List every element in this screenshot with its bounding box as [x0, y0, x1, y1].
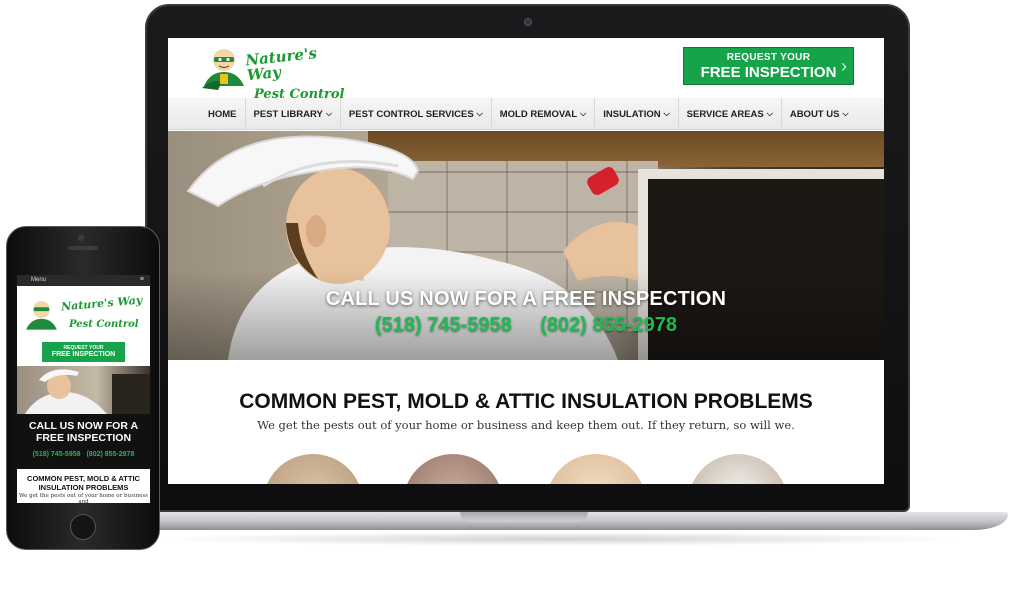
nav-item-service-areas[interactable]: SERVICE AREAS ⌵ — [679, 98, 782, 130]
request-inspection-button[interactable]: REQUEST YOUR FREE INSPECTION › — [683, 47, 854, 85]
problem-thumbnails — [263, 454, 823, 484]
chevron-down-icon: ⌵ — [580, 109, 587, 118]
mascot-logo-icon — [26, 301, 57, 330]
phone-camera-icon — [78, 235, 84, 241]
laptop-shadow — [150, 532, 970, 546]
section-subheading: We get the pests out of your home or bus… — [257, 418, 795, 432]
nav-item-about-us[interactable]: ABOUT US ⌵ — [782, 98, 857, 130]
chevron-down-icon: ⌵ — [842, 109, 849, 118]
chevron-down-icon: ⌵ — [663, 109, 670, 118]
hero-headline: CALL US NOW FOR A FREE INSPECTION — [325, 288, 727, 310]
nav-item-mold-removal[interactable]: MOLD REMOVAL ⌵ — [492, 98, 596, 130]
hamburger-icon[interactable]: ≡ — [140, 276, 144, 283]
mascot-logo-icon — [202, 49, 244, 90]
mobile-logo[interactable]: Nature's Way Pest Control — [23, 291, 145, 339]
technician-image — [25, 369, 150, 414]
thumbnail-pest[interactable] — [263, 454, 363, 484]
mobile-section-subheading: We get the pests out of your home or bus… — [18, 493, 149, 503]
cta-line1: REQUEST YOUR — [726, 52, 811, 63]
mobile-menu-label: Menu — [31, 277, 47, 283]
mobile-phones: (518) 745-5958 (802) 855-2978 — [17, 451, 150, 458]
mobile-request-inspection-button[interactable]: REQUEST YOUR FREE INSPECTION — [42, 342, 125, 362]
mobile-logo-line1: Nature's Way — [60, 293, 143, 314]
nav-label: ABOUT US — [789, 108, 840, 120]
home-button-icon — [70, 514, 96, 540]
nav-label: MOLD REMOVAL — [499, 108, 578, 120]
mobile-hero-image — [17, 366, 150, 414]
mobile-menu-bar[interactable]: Menu ≡ — [17, 275, 150, 286]
site-header: Nature's Way Pest Control REQUEST YOUR F… — [168, 38, 884, 101]
logo-line1: Nature's Way — [244, 44, 318, 85]
nav-label: SERVICE AREAS — [686, 108, 764, 120]
mobile-phone-link-ny[interactable]: (518) 745-5958 — [33, 451, 81, 458]
site-logo[interactable]: Nature's Way Pest Control — [200, 42, 350, 101]
hero-phones: (518) 745-5958 (802) 855-2978 — [168, 314, 884, 337]
mobile-cta-line2: FREE INSPECTION — [51, 351, 116, 358]
cta-line2: FREE INSPECTION — [700, 64, 837, 81]
desktop-website: Nature's Way Pest Control REQUEST YOUR F… — [168, 38, 884, 484]
chevron-right-icon: › — [841, 56, 847, 76]
nav-item-pest-library[interactable]: PEST LIBRARY ⌵ — [246, 98, 341, 130]
logo-text: Nature's Way Pest Control — [245, 44, 350, 101]
nav-label: HOME — [208, 108, 237, 120]
thumbnail-insulation[interactable] — [688, 454, 788, 484]
nav-label: INSULATION — [603, 108, 661, 120]
mobile-phone-link-vt[interactable]: (802) 855-2978 — [86, 451, 134, 458]
nav-item-home[interactable]: HOME — [200, 98, 246, 130]
mobile-logo-line2: Pest Control — [69, 319, 139, 330]
mobile-section-heading: COMMON PEST, MOLD & ATTIC INSULATION PRO… — [27, 474, 140, 492]
laptop-notch — [460, 512, 588, 522]
phone-speaker — [68, 246, 98, 250]
chevron-down-icon: ⌵ — [766, 109, 773, 118]
nav-label: PEST LIBRARY — [253, 108, 323, 120]
nav-item-pest-control-services[interactable]: PEST CONTROL SERVICES ⌵ — [341, 98, 492, 130]
chevron-down-icon: ⌵ — [476, 109, 483, 118]
phone-link-vt[interactable]: (802) 855-2978 — [540, 314, 677, 336]
mobile-hero-headline: CALL US NOW FOR A FREE INSPECTION — [28, 420, 139, 444]
main-nav: HOME PEST LIBRARY ⌵ PEST CONTROL SERVICE… — [168, 98, 884, 130]
hero-banner: CALL US NOW FOR A FREE INSPECTION (518) … — [168, 131, 884, 360]
nav-label: PEST CONTROL SERVICES — [348, 108, 474, 120]
chevron-down-icon: ⌵ — [325, 109, 332, 118]
section-heading: COMMON PEST, MOLD & ATTIC INSULATION PRO… — [239, 390, 813, 413]
thumbnail-mold[interactable] — [546, 454, 646, 484]
mobile-website: Menu ≡ Nature's Way Pest Control REQUEST… — [17, 275, 150, 503]
nav-item-insulation[interactable]: INSULATION ⌵ — [595, 98, 679, 130]
thumbnail-rodent[interactable] — [403, 454, 503, 484]
phone-link-ny[interactable]: (518) 745-5958 — [375, 314, 512, 336]
webcam-icon — [524, 18, 532, 26]
